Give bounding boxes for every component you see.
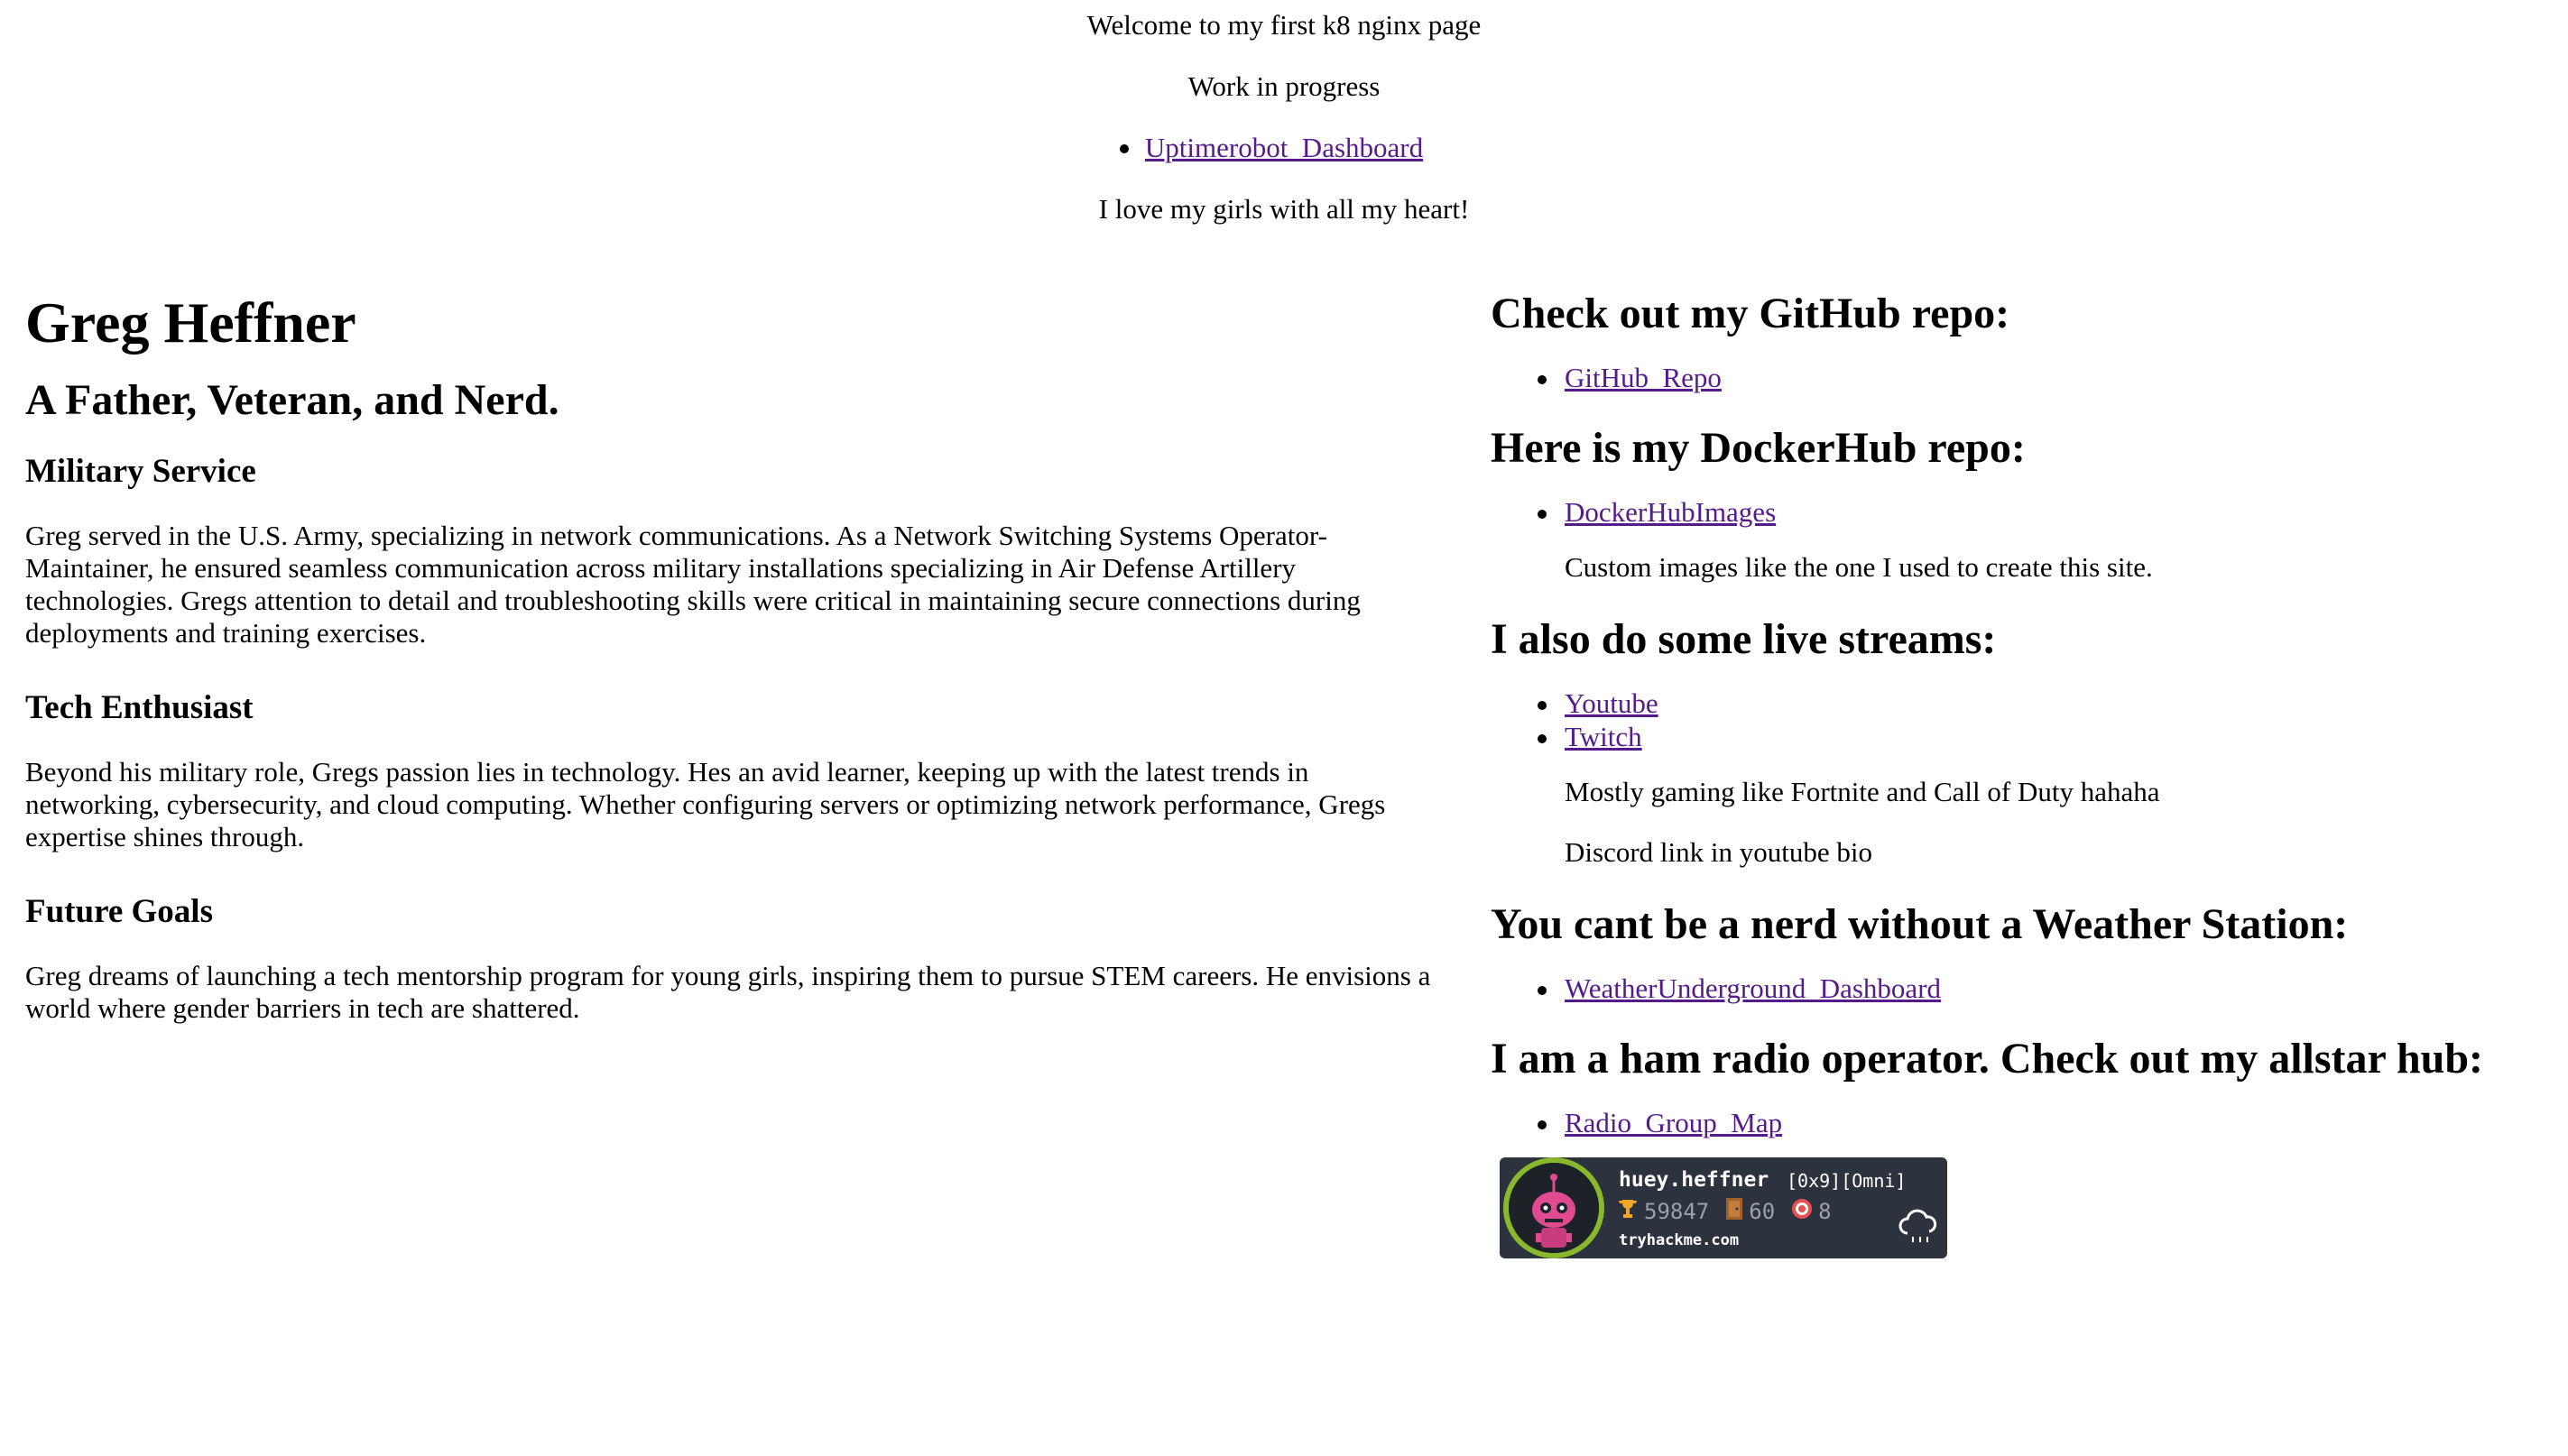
dashboard-list: Uptimerobot_Dashboard xyxy=(0,130,2568,166)
cloud-icon xyxy=(1897,1203,1940,1249)
page-title: Greg Heffner xyxy=(25,290,356,355)
rooms-value: 60 xyxy=(1749,1199,1776,1224)
header-section: Welcome to my first k8 nginx page Work i… xyxy=(0,0,2568,253)
love-text: I love my girls with all my heart! xyxy=(1098,193,1470,225)
discord-note: Discord link in youtube bio xyxy=(1565,836,1872,868)
tagline: A Father, Veteran, and Nerd. xyxy=(25,376,559,424)
github-list: GitHub_Repo xyxy=(1491,361,2555,394)
badge-stats: 59847 60 8 xyxy=(1617,1197,1848,1226)
future-goals-heading: Future Goals xyxy=(25,893,213,930)
avatar xyxy=(1509,1163,1599,1253)
list-item: DockerHubImages xyxy=(1538,495,2555,529)
door-icon xyxy=(1725,1197,1743,1226)
list-item: Youtube xyxy=(1538,687,2555,720)
military-service-text: Greg served in the U.S. Army, specializi… xyxy=(25,520,1361,649)
weather-link[interactable]: WeatherUnderground_Dashboard xyxy=(1565,972,1941,1004)
list-item: Twitch xyxy=(1538,720,2555,753)
list-item: GitHub_Repo xyxy=(1538,361,2555,394)
tech-enthusiast-heading: Tech Enthusiast xyxy=(25,689,254,726)
streams-heading: I also do some live streams: xyxy=(1491,615,1997,663)
twitch-link[interactable]: Twitch xyxy=(1565,721,1642,752)
links-column: Check out my GitHub repo: GitHub_Repo He… xyxy=(1491,287,2555,1258)
list-item: WeatherUnderground_Dashboard xyxy=(1538,972,2555,1005)
target-icon xyxy=(1791,1198,1813,1225)
weather-list: WeatherUnderground_Dashboard xyxy=(1491,972,2555,1005)
uptimerobot-link[interactable]: Uptimerobot_Dashboard xyxy=(1145,132,1423,163)
dockerhub-heading: Here is my DockerHub repo: xyxy=(1491,424,2026,472)
list-item: Radio_Group_Map xyxy=(1538,1106,2555,1139)
profile-column: Greg Heffner A Father, Veteran, and Nerd… xyxy=(25,287,1433,1063)
radio-map-link[interactable]: Radio_Group_Map xyxy=(1565,1107,1782,1138)
streams-note: Mostly gaming like Fortnite and Call of … xyxy=(1565,776,2160,807)
points-value: 59847 xyxy=(1644,1199,1710,1224)
trophy-icon xyxy=(1617,1198,1639,1225)
badges-value: 8 xyxy=(1818,1199,1832,1224)
badge-site: tryhackme.com xyxy=(1619,1231,1740,1249)
weather-heading: You cant be a nerd without a Weather Sta… xyxy=(1491,900,2349,948)
tech-enthusiast-text: Beyond his military role, Gregs passion … xyxy=(25,756,1386,852)
future-goals-text: Greg dreams of launching a tech mentorsh… xyxy=(25,960,1431,1024)
badge-rank: [0x9][Omni] xyxy=(1787,1170,1907,1192)
tryhackme-badge[interactable]: huey.heffner [0x9][Omni] 59847 60 8 tryh… xyxy=(1500,1157,1947,1258)
ham-heading: I am a ham radio operator. Check out my … xyxy=(1491,1035,2484,1083)
youtube-link[interactable]: Youtube xyxy=(1565,687,1658,719)
dockerhub-list: DockerHubImages xyxy=(1491,495,2555,529)
military-service-heading: Military Service xyxy=(25,453,256,490)
progress-text: Work in progress xyxy=(1187,70,1381,102)
list-item: Uptimerobot_Dashboard xyxy=(1119,130,1423,166)
robot-avatar-icon xyxy=(1509,1163,1599,1253)
streams-list: Youtube Twitch xyxy=(1491,687,2555,753)
ham-list: Radio_Group_Map xyxy=(1491,1106,2555,1139)
dockerhub-link[interactable]: DockerHubImages xyxy=(1565,496,1776,528)
welcome-text: Welcome to my first k8 nginx page xyxy=(1086,9,1482,41)
github-heading: Check out my GitHub repo: xyxy=(1491,290,2010,337)
badge-username: huey.heffner xyxy=(1619,1168,1769,1192)
github-link[interactable]: GitHub_Repo xyxy=(1565,362,1722,393)
dockerhub-note: Custom images like the one I used to cre… xyxy=(1565,551,2153,583)
